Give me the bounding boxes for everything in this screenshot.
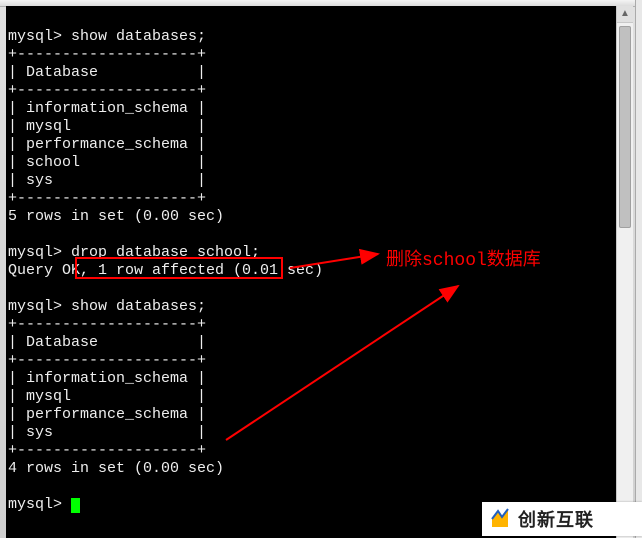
table-sep: +--------------------+ xyxy=(8,442,206,459)
table-sep: +--------------------+ xyxy=(8,46,206,63)
table-row: | mysql | xyxy=(8,118,206,135)
highlight-box-drop-cmd xyxy=(75,257,283,279)
result-row-count: 5 rows in set (0.00 sec) xyxy=(8,208,224,225)
scroll-up-button[interactable]: ▲ xyxy=(617,6,633,23)
table-header: | Database | xyxy=(8,334,206,351)
watermark-badge: 创新互联 xyxy=(482,502,642,536)
result-row-count: 4 rows in set (0.00 sec) xyxy=(8,460,224,477)
table-row: | mysql | xyxy=(8,388,206,405)
table-header: | Database | xyxy=(8,64,206,81)
table-row: | school | xyxy=(8,154,206,171)
prompt: mysql> xyxy=(8,244,62,261)
table-row: | performance_schema | xyxy=(8,406,206,423)
prompt: mysql> xyxy=(8,496,62,513)
table-sep: +--------------------+ xyxy=(8,316,206,333)
cmd-show-databases-1: show databases; xyxy=(71,28,206,45)
table-row: | performance_schema | xyxy=(8,136,206,153)
cursor-block xyxy=(71,498,80,513)
cmd-show-databases-2: show databases; xyxy=(71,298,206,315)
table-row: | information_schema | xyxy=(8,100,206,117)
scrollbar-vertical[interactable]: ▲ xyxy=(616,6,633,538)
table-sep: +--------------------+ xyxy=(8,190,206,207)
table-sep: +--------------------+ xyxy=(8,82,206,99)
scrollbar-thumb[interactable] xyxy=(619,26,631,228)
prompt: mysql> xyxy=(8,28,62,45)
prompt: mysql> xyxy=(8,298,62,315)
annotation-label: 删除school数据库 xyxy=(386,245,541,271)
table-row: | sys | xyxy=(8,424,206,441)
table-row: | sys | xyxy=(8,172,206,189)
table-sep: +--------------------+ xyxy=(8,352,206,369)
table-row: | information_schema | xyxy=(8,370,206,387)
watermark-text: 创新互联 xyxy=(518,506,594,532)
watermark-logo-icon xyxy=(488,507,512,531)
